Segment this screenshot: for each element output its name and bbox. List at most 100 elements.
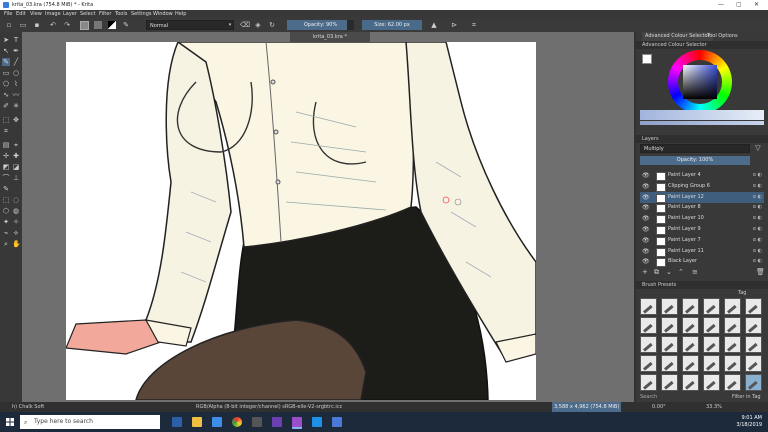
text-tool-icon[interactable]: T <box>12 36 20 44</box>
brush-preset-tile[interactable] <box>703 336 720 353</box>
brush-preset-tile[interactable] <box>661 355 678 372</box>
document-tab[interactable]: krita_03.kra * <box>290 32 370 42</box>
app-window-icon[interactable] <box>332 417 342 427</box>
brush-preset-icon[interactable]: ✎ <box>122 21 130 29</box>
layer-row[interactable]: 👁 Black Layer α ◐ <box>640 256 764 268</box>
size-slider[interactable]: Size: 62.00 px <box>362 20 422 30</box>
layer-properties-icon[interactable]: ≡ <box>692 268 698 276</box>
brush-preset-tile[interactable] <box>703 374 720 391</box>
layer-row[interactable]: 👁 Paint Layer 8 α ◐ <box>640 202 764 214</box>
mirror-vertical-icon[interactable]: ⊳ <box>450 21 458 29</box>
filter-in-tag-checkbox[interactable]: Filter in Tag <box>732 394 761 400</box>
brush-preset-tile[interactable] <box>724 317 741 334</box>
brush-preset-tile[interactable] <box>640 355 657 372</box>
artwork-canvas[interactable] <box>66 42 536 400</box>
layer-flags-icon[interactable]: α ◐ <box>753 202 762 213</box>
mirror-horizontal-icon[interactable]: ▲ <box>430 21 438 29</box>
bezier-selection-tool-icon[interactable]: ⌁ <box>2 229 10 237</box>
polygonal-selection-tool-icon[interactable]: ⬡ <box>2 207 10 215</box>
move-layer-up-icon[interactable]: ⌃ <box>678 268 684 276</box>
colour-shade-bar[interactable] <box>640 121 764 125</box>
layer-flags-icon[interactable]: α ◐ <box>753 246 762 257</box>
foreground-background-color-icon[interactable] <box>108 21 116 29</box>
reference-images-tool-icon[interactable]: ✎ <box>2 185 10 193</box>
freehand-brush-tool-icon[interactable]: ✎ <box>2 58 10 66</box>
brush-search-field[interactable]: Search <box>640 394 657 400</box>
contiguous-selection-tool-icon[interactable]: ✦ <box>2 218 10 226</box>
duplicate-layer-icon[interactable]: ⧉ <box>654 268 659 277</box>
layer-row[interactable]: 👁 Paint Layer 7 α ◐ <box>640 235 764 246</box>
color-picker-tool-icon[interactable]: ⌖ <box>12 141 20 149</box>
task-view-icon[interactable] <box>172 417 182 427</box>
opacity-slider[interactable]: Opacity: 90% <box>287 20 354 30</box>
brush-tag-select[interactable]: Tag <box>738 290 746 296</box>
chrome-icon[interactable] <box>232 417 242 427</box>
menu-tools[interactable]: Tools <box>115 11 127 17</box>
menu-settings[interactable]: Settings <box>131 11 152 17</box>
brush-preset-tile[interactable] <box>703 355 720 372</box>
brush-preset-tile[interactable] <box>724 355 741 372</box>
save-icon[interactable]: ▪ <box>33 21 41 29</box>
pan-tool-icon[interactable]: ✋ <box>12 240 21 248</box>
colour-history-bar[interactable] <box>640 110 764 120</box>
menu-edit[interactable]: Edit <box>16 11 26 17</box>
crop-tool-icon[interactable]: ⌗ <box>2 127 10 135</box>
fill-pattern-icon[interactable] <box>94 21 102 29</box>
visibility-eye-icon[interactable]: 👁 <box>642 192 650 203</box>
file-explorer-icon[interactable] <box>192 417 202 427</box>
elliptical-selection-tool-icon[interactable]: ◌ <box>12 196 20 204</box>
reload-preset-icon[interactable]: ↻ <box>268 21 276 29</box>
tab-tool-options[interactable]: Tool Options <box>704 32 741 41</box>
freehand-selection-tool-icon[interactable]: ◍ <box>12 207 20 215</box>
enclose-fill-tool-icon[interactable]: ◪ <box>12 163 20 171</box>
visibility-eye-icon[interactable]: 👁 <box>642 213 650 224</box>
fill-tool-icon[interactable]: ◩ <box>2 163 10 171</box>
delete-layer-icon[interactable]: 🗑 <box>756 268 765 276</box>
menu-file[interactable]: File <box>4 11 12 17</box>
layer-flags-icon[interactable]: α ◐ <box>753 181 762 192</box>
fill-gradient-icon[interactable] <box>80 21 89 30</box>
brush-preset-tile[interactable] <box>703 317 720 334</box>
colorize-mask-tool-icon[interactable]: ✢ <box>2 152 10 160</box>
brush-preset-tile[interactable] <box>661 374 678 391</box>
brush-preset-tile[interactable] <box>682 355 699 372</box>
brush-preset-tile[interactable] <box>661 298 678 315</box>
menu-image[interactable]: Image <box>45 11 61 17</box>
brush-preset-tile[interactable] <box>661 317 678 334</box>
edge-icon[interactable] <box>212 417 222 427</box>
layer-opacity-slider[interactable]: Opacity: 100% <box>640 156 750 165</box>
zoom-tool-icon[interactable]: ⌕ <box>2 240 10 248</box>
close-button[interactable]: ✕ <box>754 1 759 8</box>
layer-blend-mode-select[interactable]: Multiply <box>640 144 750 153</box>
calligraphy-tool-icon[interactable]: ✒ <box>12 47 20 55</box>
taskbar-clock[interactable]: 9:01 AM 3/18/2019 <box>736 415 762 429</box>
brush-preset-tile[interactable] <box>682 317 699 334</box>
minimize-button[interactable]: — <box>718 1 724 8</box>
visibility-eye-icon[interactable]: 👁 <box>642 202 650 213</box>
bezier-tool-icon[interactable]: ∿ <box>2 91 10 99</box>
brush-preset-tile[interactable] <box>745 298 762 315</box>
colour-square[interactable] <box>683 65 717 99</box>
magnetic-selection-tool-icon[interactable]: ⟡ <box>12 229 20 237</box>
layer-row[interactable]: 👁 Paint Layer 4 α ◐ <box>640 170 764 181</box>
menu-select[interactable]: Select <box>80 11 95 17</box>
layer-row[interactable]: 👁 Paint Layer 9 α ◐ <box>640 224 764 235</box>
rectangle-tool-icon[interactable]: ▭ <box>2 69 10 77</box>
brush-preset-tile[interactable] <box>745 374 762 391</box>
menu-view[interactable]: View <box>30 11 42 17</box>
app-blue-icon[interactable] <box>312 417 322 427</box>
select-shapes-tool-icon[interactable]: ➤ <box>2 36 10 44</box>
gradient-tool-icon[interactable]: ▤ <box>2 141 10 149</box>
move-layer-down-icon[interactable]: ⌄ <box>666 268 672 276</box>
polygon-tool-icon[interactable]: ⬠ <box>2 80 10 88</box>
current-colour-swatch[interactable] <box>642 54 652 64</box>
layer-row[interactable]: 👁 Paint Layer 11 α ◐ <box>640 246 764 257</box>
smart-patch-tool-icon[interactable]: ✚ <box>12 152 20 160</box>
menu-window[interactable]: Window <box>153 11 173 17</box>
menu-help[interactable]: Help <box>175 11 186 17</box>
taskbar-search-input[interactable]: Type here to search <box>20 415 160 429</box>
layer-flags-icon[interactable]: α ◐ <box>753 192 762 203</box>
layer-flags-icon[interactable]: α ◐ <box>753 170 762 181</box>
app-purple-icon[interactable] <box>272 417 282 427</box>
layer-row[interactable]: 👁 Paint Layer 12 α ◐ <box>640 191 764 203</box>
